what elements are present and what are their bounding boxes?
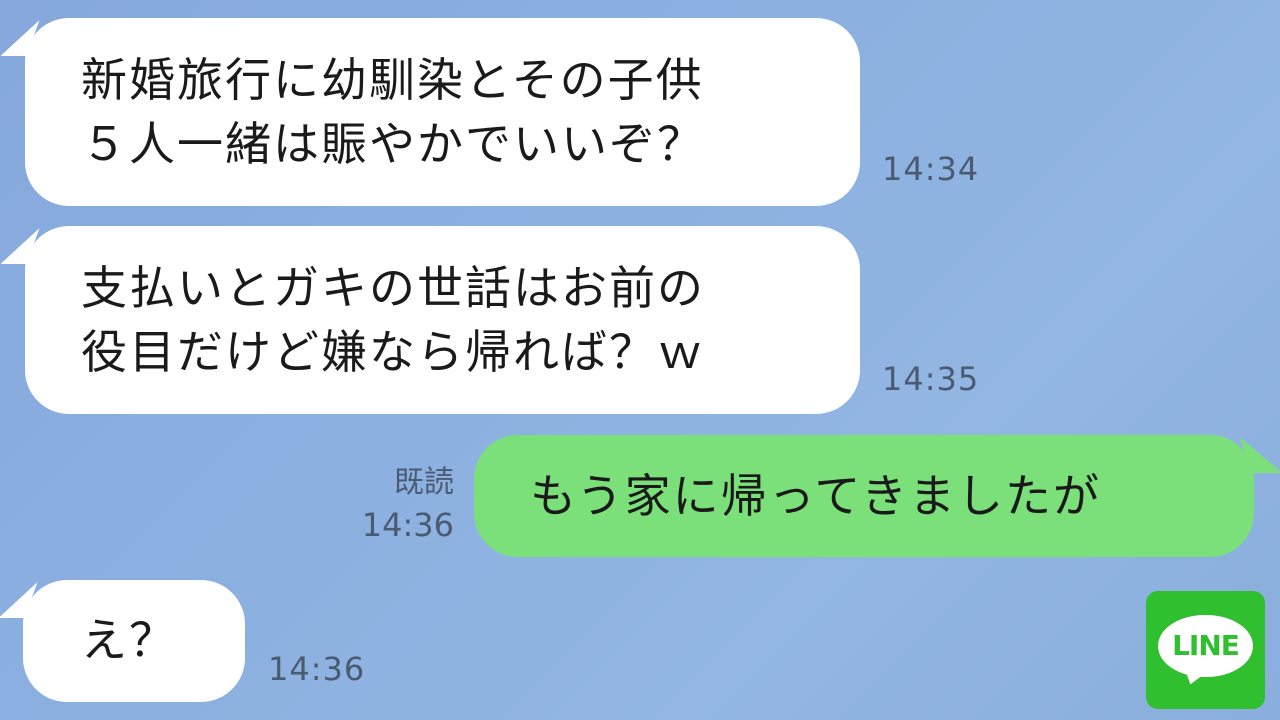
message-bubble-outgoing[interactable]: もう家に帰ってきましたが [474,435,1254,557]
message-timestamp: 14:34 [882,150,980,188]
message-timestamp: 14:35 [882,360,980,398]
line-logo: LINE [1146,591,1265,709]
message-bubble-incoming[interactable]: え？ [23,580,245,702]
message-timestamp: 14:36 [361,506,454,544]
message-timestamp: 14:36 [268,650,366,688]
read-receipt: 既読 14:36 [340,462,454,546]
line-logo-text: LINE [1172,629,1240,662]
message-bubble-incoming[interactable]: 新婚旅行に幼馴染とその子供 ５人一緒は賑やかでいいぞ？ [25,18,860,206]
message-bubble-incoming[interactable]: 支払いとガキの世話はお前の 役目だけど嫌なら帰れば？ｗ [25,226,860,414]
read-label: 既読 [394,465,454,500]
chat-area: 新婚旅行に幼馴染とその子供 ５人一緒は賑やかでいいぞ？ 14:34 支払いとガキ… [0,0,1280,720]
